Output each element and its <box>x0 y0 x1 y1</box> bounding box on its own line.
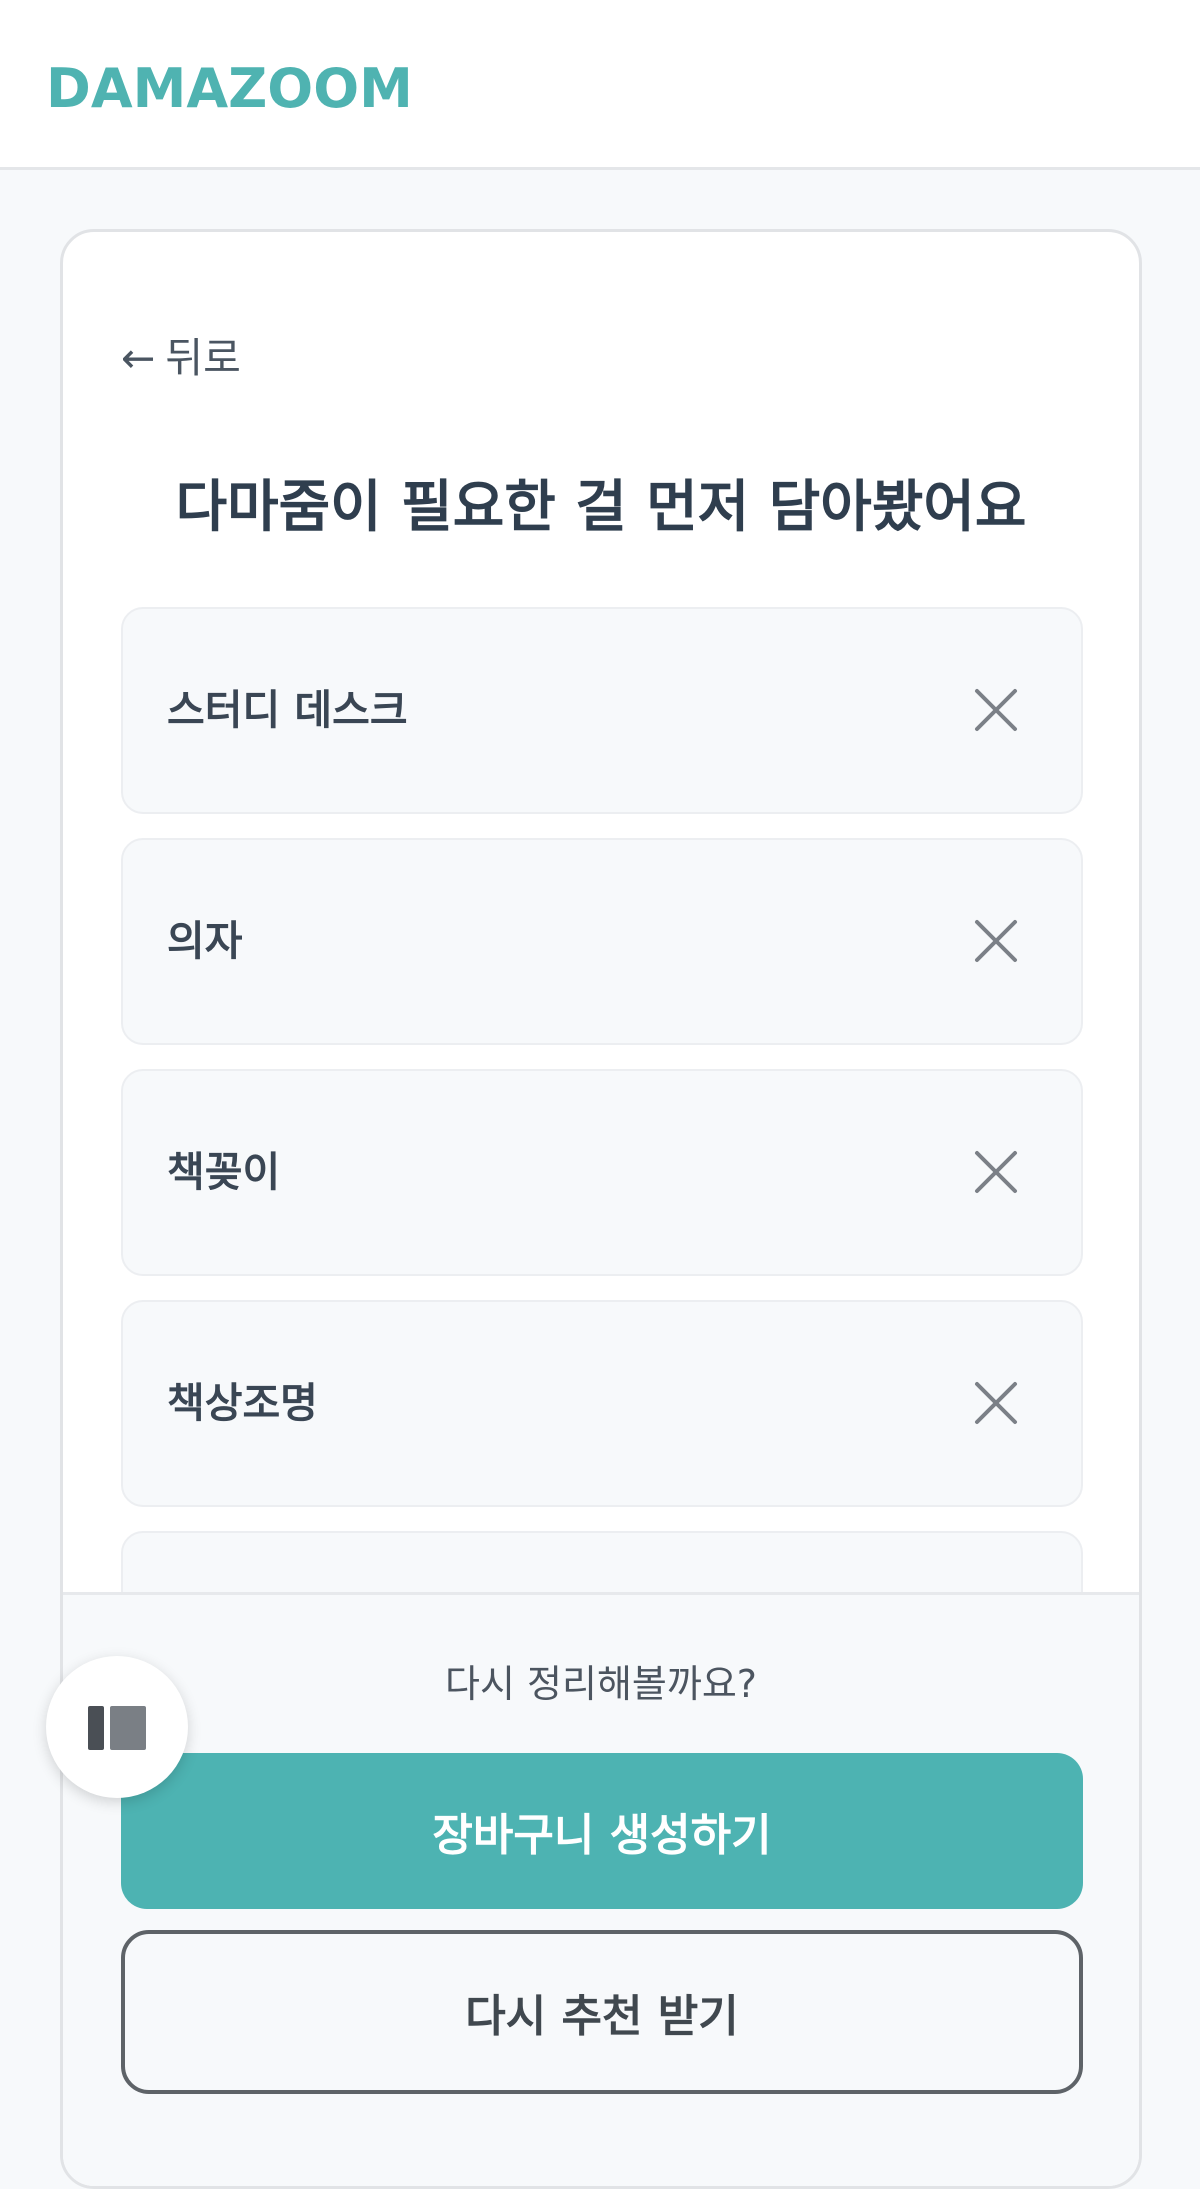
item-list: 스터디 데스크 의자 책꽂이 책상조명 <box>121 607 1083 1762</box>
app-header: DAMAZOOM <box>0 0 1200 170</box>
list-item: 스터디 데스크 <box>121 607 1083 814</box>
remove-item-button[interactable] <box>967 681 1025 739</box>
back-arrow-icon: ← <box>121 334 156 382</box>
back-label: 뒤로 <box>165 334 241 382</box>
list-item: 책꽂이 <box>121 1069 1083 1276</box>
list-item: 책상조명 <box>121 1300 1083 1507</box>
item-label: 책상조명 <box>167 1379 318 1427</box>
create-cart-button[interactable]: 장바구니 생성하기 <box>121 1753 1083 1909</box>
item-label: 의자 <box>167 917 243 965</box>
back-button[interactable]: ← 뒤로 <box>121 330 241 386</box>
close-icon <box>975 1382 1017 1424</box>
action-panel: 다시 정리해볼까요? 장바구니 생성하기 다시 추천 받기 <box>63 1592 1139 2186</box>
sidebar-toggle-button[interactable] <box>46 1656 188 1798</box>
page-title: 다마줌이 필요한 걸 먼저 담아봤어요 <box>175 475 1027 540</box>
retry-prompt: 다시 정리해볼까요? <box>445 1662 757 1706</box>
recommendation-card: ←뒤로 다마줌이 필요한 걸 먼저 담아봤어요 스터디 데스크 의자 책꽂이 <box>60 229 1142 2189</box>
remove-item-button[interactable] <box>967 1374 1025 1432</box>
item-label: 책꽂이 <box>167 1148 281 1196</box>
logo[interactable]: DAMAZOOM <box>46 54 413 124</box>
remove-item-button[interactable] <box>967 1143 1025 1201</box>
close-icon <box>975 920 1017 962</box>
item-label: 스터디 데스크 <box>167 686 408 734</box>
remove-item-button[interactable] <box>967 912 1025 970</box>
close-icon <box>975 1151 1017 1193</box>
close-icon <box>975 689 1017 731</box>
list-item: 의자 <box>121 838 1083 1045</box>
re-recommend-button[interactable]: 다시 추천 받기 <box>121 1930 1083 2094</box>
sidebar-panel-icon <box>88 1706 146 1750</box>
